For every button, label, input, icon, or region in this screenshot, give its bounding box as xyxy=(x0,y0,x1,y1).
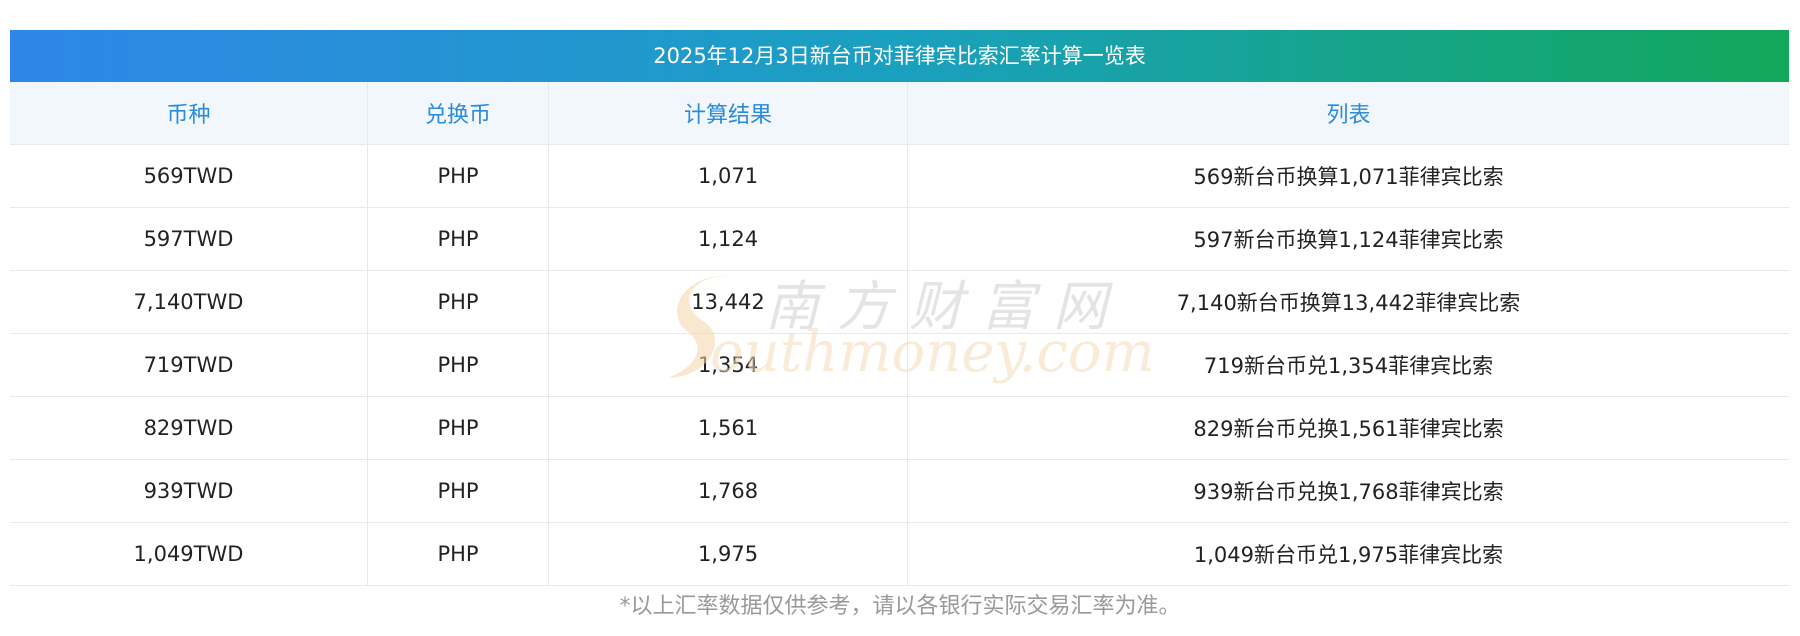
cell-result: 1,071 xyxy=(548,144,908,208)
cell-target: PHP xyxy=(367,333,549,397)
cell-description: 829新台币兑换1,561菲律宾比索 xyxy=(907,396,1789,460)
table-title: 2025年12月3日新台币对菲律宾比索汇率计算一览表 xyxy=(10,30,1789,82)
cell-description: 719新台币兑1,354菲律宾比索 xyxy=(907,333,1789,397)
header-result: 计算结果 xyxy=(548,82,908,145)
exchange-rate-table: 币种 兑换币 计算结果 列表 569TWD PHP 1,071 569新台币换算… xyxy=(10,82,1789,586)
cell-description: 1,049新台币兑1,975菲律宾比索 xyxy=(907,522,1789,586)
cell-amount: 939TWD xyxy=(10,459,368,523)
cell-target: PHP xyxy=(367,459,549,523)
cell-amount: 597TWD xyxy=(10,207,368,271)
cell-amount: 719TWD xyxy=(10,333,368,397)
cell-description: 597新台币换算1,124菲律宾比索 xyxy=(907,207,1789,271)
cell-target: PHP xyxy=(367,396,549,460)
cell-description: 939新台币兑换1,768菲律宾比索 xyxy=(907,459,1789,523)
cell-target: PHP xyxy=(367,207,549,271)
table-row: 569TWD PHP 1,071 569新台币换算1,071菲律宾比索 xyxy=(10,144,1789,208)
table-row: 719TWD PHP 1,354 719新台币兑1,354菲律宾比索 xyxy=(10,333,1789,397)
disclaimer-note: *以上汇率数据仅供参考，请以各银行实际交易汇率为准。 xyxy=(619,594,1181,619)
cell-result: 1,768 xyxy=(548,459,908,523)
cell-description: 569新台币换算1,071菲律宾比索 xyxy=(907,144,1789,208)
cell-amount: 829TWD xyxy=(10,396,368,460)
rate-table-container: 2025年12月3日新台币对菲律宾比索汇率计算一览表 币种 兑换币 计算结果 列… xyxy=(10,30,1789,586)
cell-amount: 1,049TWD xyxy=(10,522,368,586)
table-row: 7,140TWD PHP 13,442 7,140新台币换算13,442菲律宾比… xyxy=(10,270,1789,334)
cell-target: PHP xyxy=(367,144,549,208)
header-target-currency: 兑换币 xyxy=(367,82,549,145)
cell-amount: 569TWD xyxy=(10,144,368,208)
header-row: 币种 兑换币 计算结果 列表 xyxy=(10,82,1789,145)
cell-target: PHP xyxy=(367,522,549,586)
table-row: 829TWD PHP 1,561 829新台币兑换1,561菲律宾比索 xyxy=(10,396,1789,460)
cell-result: 1,561 xyxy=(548,396,908,460)
table-row: 939TWD PHP 1,768 939新台币兑换1,768菲律宾比索 xyxy=(10,459,1789,523)
table-row: 597TWD PHP 1,124 597新台币换算1,124菲律宾比索 xyxy=(10,207,1789,271)
cell-result: 1,124 xyxy=(548,207,908,271)
table-row: 1,049TWD PHP 1,975 1,049新台币兑1,975菲律宾比索 xyxy=(10,522,1789,586)
cell-description: 7,140新台币换算13,442菲律宾比索 xyxy=(907,270,1789,334)
header-currency: 币种 xyxy=(10,82,368,145)
cell-result: 13,442 xyxy=(548,270,908,334)
cell-result: 1,354 xyxy=(548,333,908,397)
cell-target: PHP xyxy=(367,270,549,334)
cell-result: 1,975 xyxy=(548,522,908,586)
cell-amount: 7,140TWD xyxy=(10,270,368,334)
header-list: 列表 xyxy=(907,82,1789,145)
